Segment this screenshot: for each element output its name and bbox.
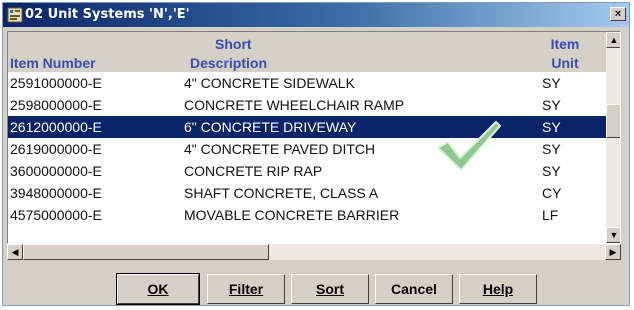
ok-button-label: OK [147, 281, 169, 297]
items-grid[interactable]: Item Number Short Description Item Unit … [7, 31, 621, 244]
cell-description: 4" CONCRETE SIDEWALK [184, 75, 355, 91]
scroll-left-button[interactable]: ◀ [7, 244, 23, 260]
cancel-button[interactable]: Cancel [375, 274, 453, 304]
table-row[interactable]: 2591000000-E 4" CONCRETE SIDEWALK SY [8, 72, 606, 94]
sort-button-label: Sort [316, 281, 344, 297]
header-item-unit-bottom[interactable]: Unit [544, 55, 586, 72]
ok-button[interactable]: OK [116, 273, 200, 305]
unit-systems-dialog: 02 Unit Systems 'N','E' × Item Number Sh… [2, 2, 630, 306]
table-row-selected[interactable]: 2612000000-E 6" CONCRETE DRIVEWAY SY [8, 116, 606, 138]
cell-description: MOVABLE CONCRETE BARRIER [184, 207, 400, 223]
cell-item-number: 2591000000-E [10, 75, 102, 91]
cell-description: CONCRETE RIP RAP [184, 163, 323, 179]
table-row[interactable]: 2598000000-E CONCRETE WHEELCHAIR RAMP SY [8, 94, 606, 116]
horizontal-scrollbar[interactable]: ◀ ▶ [7, 244, 621, 260]
cell-description: 4" CONCRETE PAVED DITCH [184, 141, 376, 157]
help-button[interactable]: Help [459, 274, 537, 304]
app-icon [7, 7, 23, 23]
header-item-unit-top[interactable]: Item [544, 36, 586, 53]
cell-item-number: 2612000000-E [10, 119, 102, 135]
filter-button-label: Filter [228, 281, 264, 297]
cell-description: SHAFT CONCRETE, CLASS A [184, 185, 379, 201]
scroll-down-button[interactable]: ▼ [606, 227, 620, 243]
table-row[interactable]: 3948000000-E SHAFT CONCRETE, CLASS A CY [8, 182, 606, 204]
vertical-scroll-thumb[interactable] [606, 104, 620, 138]
header-description[interactable]: Description [190, 55, 267, 72]
horizontal-scroll-thumb[interactable] [23, 244, 269, 260]
cell-item-number: 2598000000-E [10, 97, 102, 113]
window-title: 02 Unit Systems 'N','E' [25, 7, 190, 22]
button-bar: OK Filter Sort Cancel Help [3, 266, 629, 305]
scroll-right-button[interactable]: ▶ [605, 244, 621, 260]
cell-item-number: 3600000000-E [10, 163, 102, 179]
cell-unit: SY [542, 141, 561, 157]
sort-button[interactable]: Sort [291, 274, 369, 304]
cell-item-number: 2619000000-E [10, 141, 102, 157]
cell-item-number: 3948000000-E [10, 185, 102, 201]
title-bar[interactable]: 02 Unit Systems 'N','E' × [3, 3, 629, 27]
grid-header: Item Number Short Description Item Unit … [8, 32, 620, 72]
header-short[interactable]: Short [215, 36, 252, 53]
cell-unit: LF [542, 207, 559, 223]
filter-button[interactable]: Filter [207, 274, 285, 304]
cell-unit: SY [542, 75, 561, 91]
cell-unit: SY [542, 163, 561, 179]
cell-unit: SY [542, 119, 561, 135]
cell-description: CONCRETE WHEELCHAIR RAMP [184, 97, 405, 113]
close-button[interactable]: × [610, 7, 626, 21]
header-item-number[interactable]: Item Number [10, 55, 96, 72]
table-row[interactable]: 4575000000-E MOVABLE CONCRETE BARRIER LF [8, 204, 606, 226]
help-button-label: Help [482, 281, 514, 297]
cell-unit: SY [542, 97, 561, 113]
cell-unit: CY [542, 185, 562, 201]
cell-description: 6" CONCRETE DRIVEWAY [184, 119, 357, 135]
vertical-scrollbar[interactable]: ▲ ▼ [606, 32, 620, 243]
table-row[interactable]: 3600000000-E CONCRETE RIP RAP SY [8, 160, 606, 182]
cell-item-number: 4575000000-E [10, 207, 102, 223]
table-row[interactable]: 2619000000-E 4" CONCRETE PAVED DITCH SY [8, 138, 606, 160]
scroll-up-button[interactable]: ▲ [606, 32, 620, 48]
